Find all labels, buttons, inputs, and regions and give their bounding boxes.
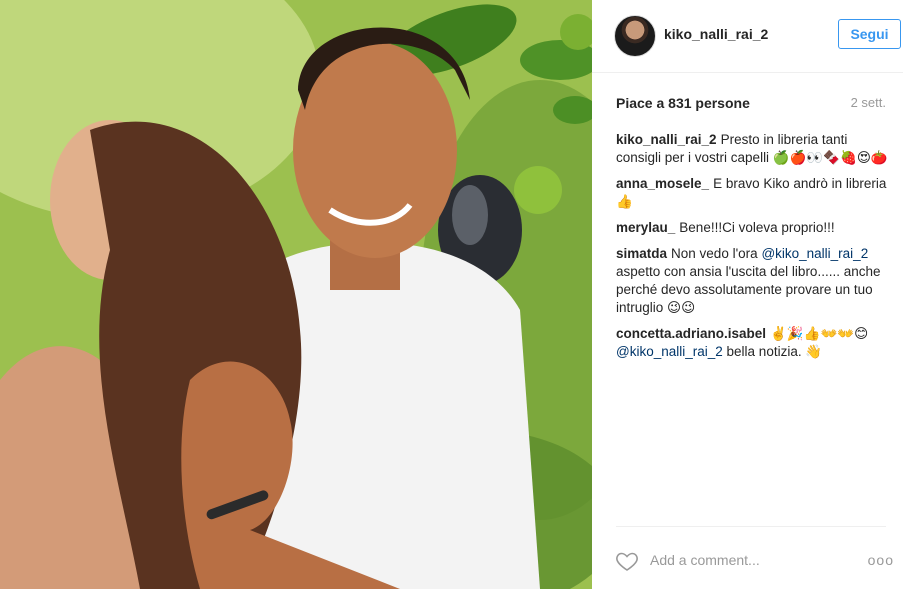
comment-username[interactable]: anna_mosele_ (616, 176, 709, 191)
more-options-icon[interactable]: ooo (868, 552, 894, 568)
follow-button[interactable]: Segui (838, 19, 901, 49)
post-timestamp[interactable]: 2 sett. (851, 95, 886, 110)
comment-username[interactable]: kiko_nalli_rai_2 (616, 132, 717, 147)
comment-item: anna_mosele_ E bravo Kiko andrò in librer… (616, 175, 888, 211)
likes-row: Piace a 831 persone 2 sett. (616, 95, 886, 111)
comment-mention[interactable]: @kiko_nalli_rai_2 (616, 344, 723, 359)
comment-text: Non vedo l'ora (671, 246, 758, 261)
comment-item: kiko_nalli_rai_2 Presto in libreria tanti… (616, 131, 888, 167)
post-footer: Add a comment... ooo (614, 526, 893, 590)
post-photo-art (0, 0, 592, 589)
post-header: kiko_nalli_rai_2 Segui (592, 0, 903, 73)
post-photo[interactable] (0, 0, 592, 589)
post-sidebar: kiko_nalli_rai_2 Segui Piace a 831 perso… (592, 0, 903, 589)
comment-text: ✌️🎉👍👐👐😊 (770, 326, 869, 341)
comment-mention[interactable]: @kiko_nalli_rai_2 (761, 246, 868, 261)
comment-item: merylau_ Bene!!!Ci voleva proprio!!! (616, 219, 888, 237)
add-comment-input[interactable]: Add a comment... (650, 552, 760, 568)
comment-text: bella notizia. 👋 (726, 344, 823, 359)
avatar[interactable] (614, 15, 656, 57)
comment-item: simatda Non vedo l'ora @kiko_nalli_rai_2 … (616, 245, 888, 317)
comment-item: concetta.adriano.isabel ✌️🎉👍👐👐😊 @kiko_nal… (616, 325, 888, 361)
heart-outline-icon[interactable] (614, 549, 640, 573)
likes-count[interactable]: Piace a 831 persone (616, 95, 750, 111)
comment-text: aspetto con ansia l'uscita del libro....… (616, 264, 881, 315)
comment-username[interactable]: simatda (616, 246, 667, 261)
comments-list: kiko_nalli_rai_2 Presto in libreria tanti… (616, 131, 888, 369)
comment-username[interactable]: concetta.adriano.isabel (616, 326, 766, 341)
comment-text: Bene!!!Ci voleva proprio!!! (679, 220, 835, 235)
comment-username[interactable]: merylau_ (616, 220, 675, 235)
header-username-link[interactable]: kiko_nalli_rai_2 (664, 26, 768, 42)
